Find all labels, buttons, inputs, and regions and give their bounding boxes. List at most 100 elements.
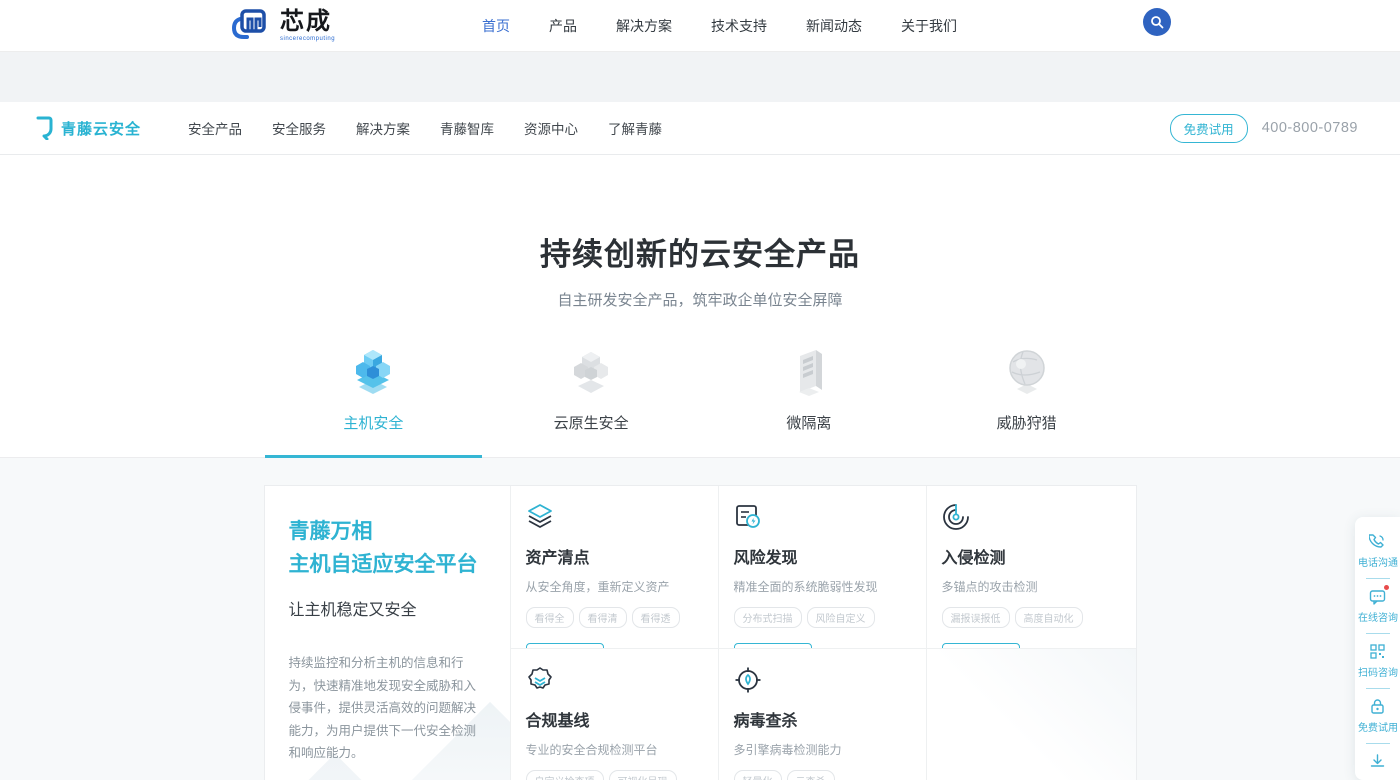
product-name: 病毒查杀 — [734, 707, 911, 731]
tag: 云查杀 — [787, 770, 835, 780]
qingteng-nav: 青藤云安全 安全产品 安全服务 解决方案 青藤智库 资源中心 了解青藤 免费试用… — [0, 102, 1400, 155]
divider — [1366, 578, 1390, 579]
tab-host-security[interactable]: 主机安全 — [265, 344, 483, 457]
topnav-products[interactable]: 产品 — [549, 16, 577, 36]
badge-check-icon — [526, 666, 703, 694]
tag: 分布式扫描 — [734, 607, 802, 628]
logo-subtext: sincerecomputing — [280, 36, 335, 42]
feature-subtitle: 让主机稳定又安全 — [289, 596, 486, 620]
tab-label: 微隔离 — [700, 412, 918, 433]
topnav-news[interactable]: 新闻动态 — [806, 16, 862, 36]
product-grid: 青藤万相主机自适应安全平台 让主机稳定又安全 持续监控和分析主机的信息和行为，快… — [264, 485, 1137, 780]
feature-card-wanxiang: 青藤万相主机自适应安全平台 让主机稳定又安全 持续监控和分析主机的信息和行为，快… — [265, 486, 511, 780]
tag: 看得全 — [526, 607, 574, 628]
layers-icon — [526, 503, 703, 531]
micro-segmentation-slabs-icon — [700, 344, 918, 396]
hero-section: 持续创新的云安全产品 自主研发安全产品，筑牢政企单位安全屏障 主机安全 — [0, 155, 1400, 458]
page-title: 持续创新的云安全产品 — [0, 155, 1400, 274]
float-label: 电话沟通 — [1358, 555, 1398, 569]
qingteng-brand-name: 青藤云安全 — [61, 118, 141, 139]
host-security-cubes-icon — [265, 344, 483, 396]
top-nav: 首页 产品 解决方案 技术支持 新闻动态 关于我们 — [482, 0, 957, 52]
product-desc: 多引擎病毒检测能力 — [734, 741, 911, 758]
subnav-think-tank[interactable]: 青藤智库 — [440, 118, 494, 138]
threat-hunting-globe-icon — [918, 344, 1136, 396]
product-desc: 专业的安全合规检测平台 — [526, 741, 703, 758]
product-card-asset-inventory: 资产清点 从安全角度，重新定义资产 看得全 看得清 看得透 查看详情 — [511, 486, 719, 649]
notification-dot — [1384, 585, 1389, 590]
logo-text: 芯成 — [280, 10, 335, 34]
search-icon — [1150, 15, 1164, 29]
float-download[interactable] — [1355, 746, 1400, 776]
qingteng-shield-icon — [35, 116, 54, 140]
qingteng-logo[interactable]: 青藤云安全 — [35, 116, 141, 140]
logo-icon — [230, 5, 272, 47]
float-qr-consult[interactable]: 扫码咨询 — [1355, 636, 1400, 686]
product-tags: 自定义检查项 可视化呈现 — [526, 770, 703, 780]
tab-threat-hunting[interactable]: 威胁狩猎 — [918, 344, 1136, 457]
float-phone-contact[interactable]: 电话沟通 — [1355, 526, 1400, 576]
subnav-security-products[interactable]: 安全产品 — [188, 118, 242, 138]
scan-document-icon — [734, 503, 911, 531]
feature-description: 持续监控和分析主机的信息和行为，快速精准地发现安全威胁和入侵事件，提供灵活高效的… — [289, 652, 486, 765]
product-tags: 轻量化 云查杀 — [734, 770, 911, 780]
product-category-tabs: 主机安全 云原生安全 — [265, 344, 1136, 457]
float-label: 扫码咨询 — [1358, 665, 1398, 679]
search-button[interactable] — [1143, 8, 1171, 36]
qr-code-icon — [1369, 643, 1386, 660]
tag: 可视化呈现 — [609, 770, 677, 780]
product-name: 入侵检测 — [942, 544, 1121, 568]
float-free-trial[interactable]: 免费试用 — [1355, 691, 1400, 741]
subnav-solutions[interactable]: 解决方案 — [356, 118, 410, 138]
product-tags: 看得全 看得清 看得透 — [526, 607, 703, 628]
tag: 漏报误报低 — [942, 607, 1010, 628]
empty-grid-cell — [927, 649, 1136, 780]
tab-micro-segmentation[interactable]: 微隔离 — [700, 344, 918, 457]
products-section: 青藤万相主机自适应安全平台 让主机稳定又安全 持续监控和分析主机的信息和行为，快… — [0, 458, 1400, 780]
topnav-about[interactable]: 关于我们 — [901, 16, 957, 36]
spacer-band — [0, 52, 1400, 102]
subnav-about-qingteng[interactable]: 了解青藤 — [608, 118, 662, 138]
tag: 风险自定义 — [807, 607, 875, 628]
phone-icon — [1369, 533, 1386, 550]
product-card-virus-scan: 病毒查杀 多引擎病毒检测能力 轻量化 云查杀 查看详情 — [719, 649, 927, 780]
tag: 看得透 — [632, 607, 680, 628]
product-tags: 漏报误报低 高度自动化 — [942, 607, 1121, 628]
crosshair-bug-icon — [734, 666, 911, 694]
tab-label: 云原生安全 — [482, 412, 700, 433]
product-desc: 从安全角度，重新定义资产 — [526, 578, 703, 595]
product-tags: 分布式扫描 风险自定义 — [734, 607, 911, 628]
topnav-home[interactable]: 首页 — [482, 16, 510, 36]
site-logo[interactable]: 芯成 sincerecomputing — [230, 5, 335, 47]
cloud-native-cubes-icon — [482, 344, 700, 396]
product-desc: 多锚点的攻击检测 — [942, 578, 1121, 595]
free-trial-button[interactable]: 免费试用 — [1170, 114, 1248, 143]
subnav-security-services[interactable]: 安全服务 — [272, 118, 326, 138]
product-card-compliance-baseline: 合规基线 专业的安全合规检测平台 自定义检查项 可视化呈现 查看详情 — [511, 649, 719, 780]
radar-icon — [942, 503, 1121, 531]
top-header: 芯成 sincerecomputing 首页 产品 解决方案 技术支持 新闻动态… — [0, 0, 1400, 52]
divider — [1366, 743, 1390, 744]
divider — [1366, 688, 1390, 689]
product-card-intrusion-detection: 入侵检测 多锚点的攻击检测 漏报误报低 高度自动化 查看详情 — [927, 486, 1136, 649]
divider — [1366, 633, 1390, 634]
tag: 看得清 — [579, 607, 627, 628]
topnav-support[interactable]: 技术支持 — [711, 16, 767, 36]
product-name: 合规基线 — [526, 707, 703, 731]
qingteng-nav-items: 安全产品 安全服务 解决方案 青藤智库 资源中心 了解青藤 — [188, 118, 662, 138]
subnav-resources[interactable]: 资源中心 — [524, 118, 578, 138]
float-label: 免费试用 — [1358, 720, 1398, 734]
product-name: 风险发现 — [734, 544, 911, 568]
chat-icon — [1369, 588, 1386, 605]
tag: 自定义检查项 — [526, 770, 604, 780]
tag: 轻量化 — [734, 770, 782, 780]
tab-label: 主机安全 — [265, 412, 483, 433]
tab-cloud-native-security[interactable]: 云原生安全 — [482, 344, 700, 457]
product-card-risk-discovery: 风险发现 精准全面的系统脆弱性发现 分布式扫描 风险自定义 查看详情 — [719, 486, 927, 649]
product-desc: 精准全面的系统脆弱性发现 — [734, 578, 911, 595]
topnav-solutions[interactable]: 解决方案 — [616, 16, 672, 36]
float-label: 在线咨询 — [1358, 610, 1398, 624]
lock-icon — [1369, 698, 1386, 715]
float-online-chat[interactable]: 在线咨询 — [1355, 581, 1400, 631]
page-subtitle: 自主研发安全产品，筑牢政企单位安全屏障 — [0, 289, 1400, 310]
